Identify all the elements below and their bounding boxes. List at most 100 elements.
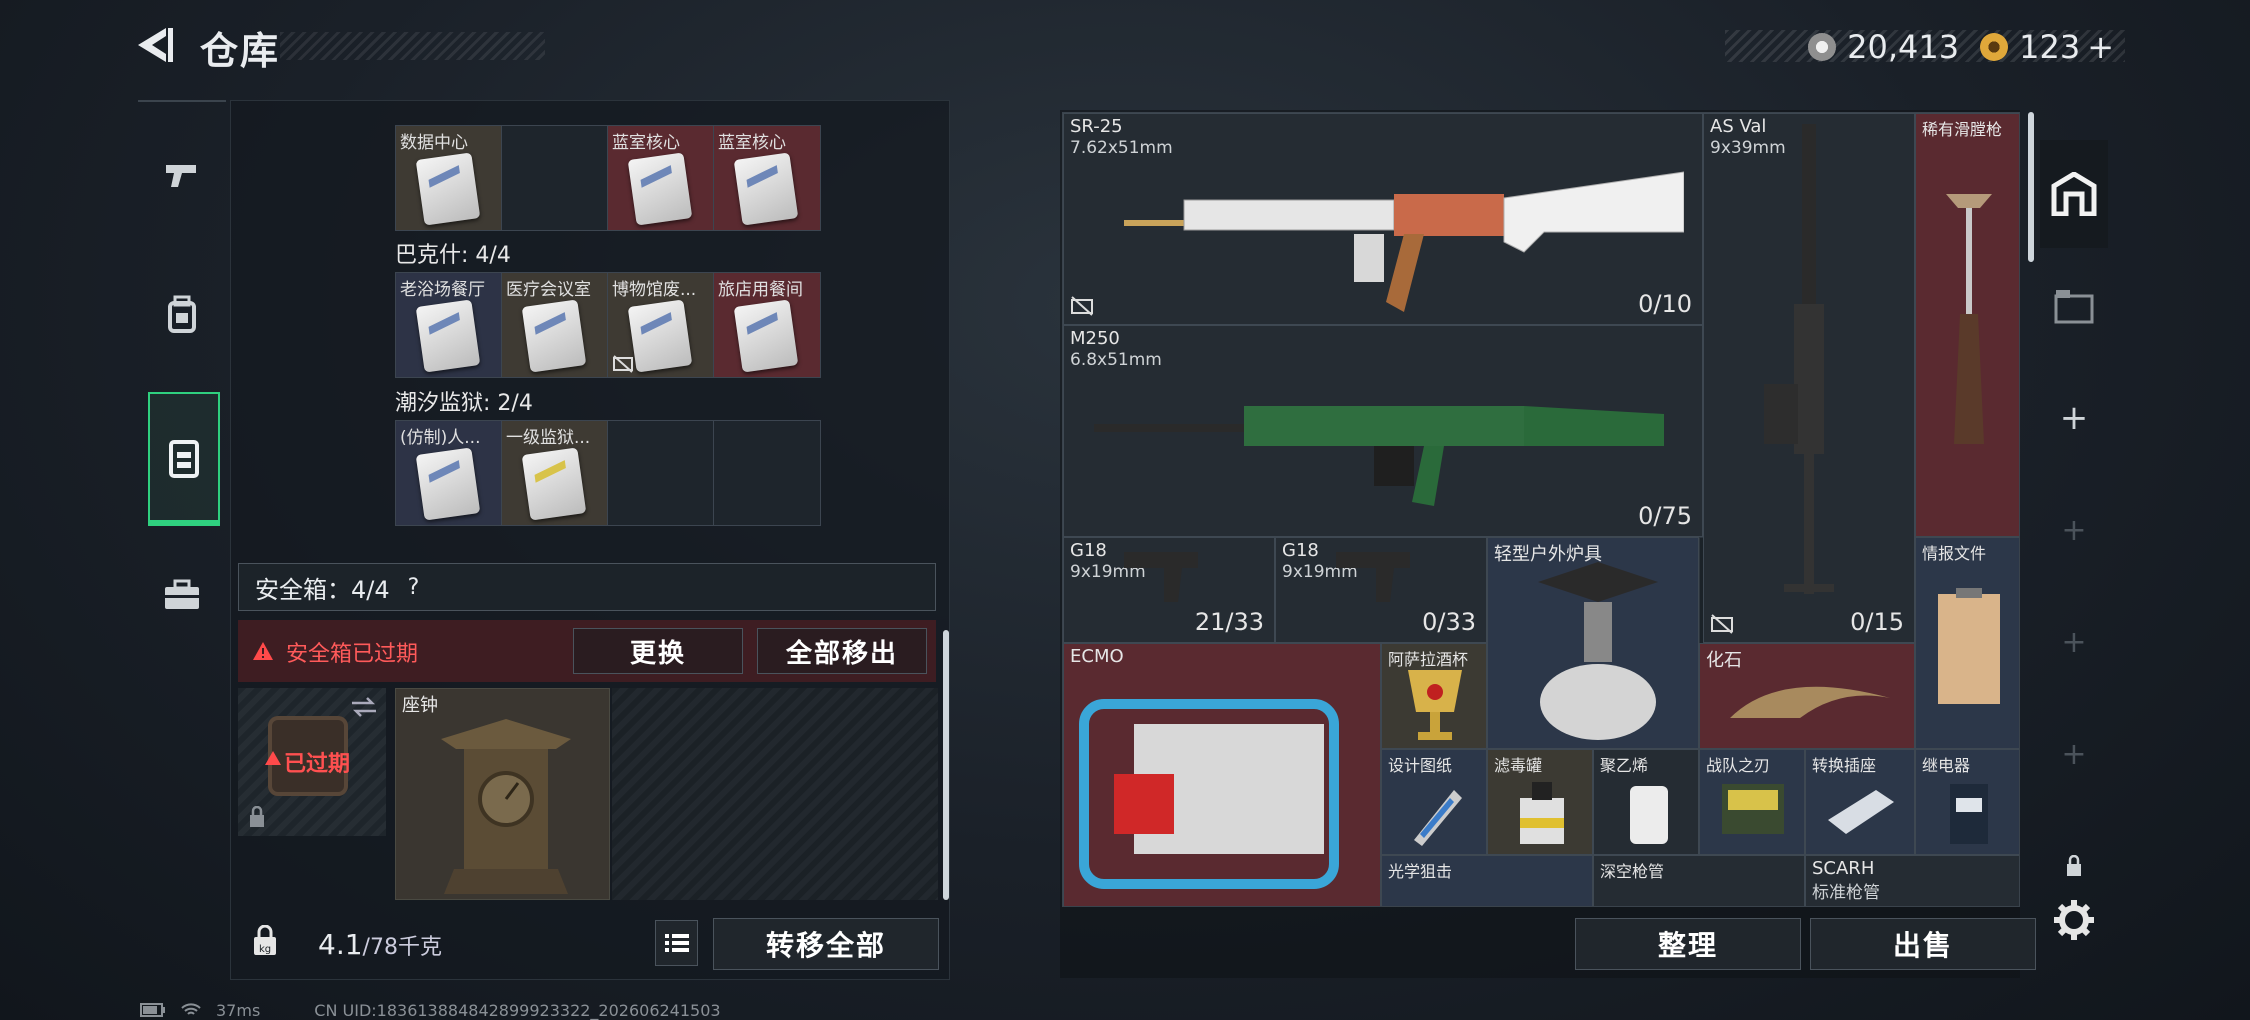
gold-amount: 123: [2019, 28, 2081, 66]
silver-coin-icon: [1808, 33, 1836, 61]
weight-icon-box: kg: [232, 908, 297, 974]
key-slot-row-0: 数据中心 蓝室核心 蓝室核心: [395, 125, 821, 231]
blueprint-icon: [1414, 790, 1462, 846]
key-slot[interactable]: (仿制)人...: [396, 421, 502, 525]
swap-icon: [352, 697, 376, 717]
item-sr25[interactable]: SR-25 7.62x51mm 0/10: [1063, 113, 1703, 325]
item-power-socket[interactable]: 转换插座: [1805, 749, 1915, 855]
keycard-icon: [627, 152, 693, 226]
expired-warning-text: 安全箱已过期: [286, 642, 419, 667]
item-fossil[interactable]: 化石: [1699, 643, 1915, 749]
musket-icon: [1946, 194, 1992, 444]
chest-rig-icon: [169, 440, 199, 478]
wifi-icon: [181, 1003, 201, 1015]
keycard-icon: [627, 299, 693, 373]
nav-backpack[interactable]: [148, 250, 216, 380]
item-g18-b[interactable]: G18 9x19mm 0/33: [1275, 537, 1487, 643]
gold-currency[interactable]: 123 +: [1980, 28, 2114, 66]
back-arrow-icon: [138, 28, 173, 62]
key-slot[interactable]: 旅店用餐间: [714, 273, 820, 377]
fossil-claw-icon: [1730, 686, 1890, 718]
stash-tabs: + + + +: [2040, 140, 2110, 940]
item-polyethylene[interactable]: 聚乙烯: [1593, 749, 1699, 855]
magazine-icon: [1722, 784, 1784, 834]
list-icon: [664, 934, 689, 952]
no-insure-icon: [1071, 296, 1093, 316]
item-rare-musket[interactable]: 稀有滑膛枪: [1915, 113, 2019, 537]
nav-chest-rig[interactable]: [148, 392, 220, 526]
key-slot[interactable]: 老浴场餐厅: [396, 273, 502, 377]
ping-text: 37ms: [216, 1000, 261, 1020]
settings-button[interactable]: [2052, 898, 2096, 942]
safebox-item-clock[interactable]: 座钟: [395, 688, 610, 900]
item-filter-canister[interactable]: 滤毒罐: [1487, 749, 1593, 855]
key-slot[interactable]: 一级监狱...: [502, 421, 608, 525]
key-slot-row-1: 老浴场餐厅 医疗会议室 博物馆废... 旅店用餐间: [395, 272, 821, 378]
case-icon: [165, 579, 199, 609]
back-button[interactable]: [130, 22, 180, 72]
key-slot-empty[interactable]: [502, 126, 608, 230]
machine-gun-m250-icon: [1094, 406, 1664, 506]
group-label-tidal-prison: 潮汐监狱: 2/4: [395, 391, 533, 416]
svg-text:kg: kg: [259, 944, 271, 955]
item-g18-a[interactable]: G18 9x19mm 21/33: [1063, 537, 1275, 643]
keycard-icon: [733, 152, 799, 226]
weight-unit: /78千克: [362, 935, 442, 960]
item-asara-cup[interactable]: 阿萨拉酒杯: [1381, 643, 1487, 749]
item-as-val[interactable]: AS Val 9x39mm 0/15: [1703, 113, 1915, 643]
safebox-slot[interactable]: 已过期: [238, 688, 386, 836]
move-all-out-button[interactable]: 全部移出: [757, 628, 927, 674]
stash-scrollbar[interactable]: [2028, 112, 2034, 262]
sort-button[interactable]: 整理: [1575, 918, 1801, 970]
item-relay[interactable]: 继电器: [1915, 749, 2019, 855]
item-m250[interactable]: M250 6.8x51mm 0/75: [1063, 325, 1703, 537]
scrollbar[interactable]: [943, 630, 949, 900]
key-slot[interactable]: 蓝室核心: [714, 126, 820, 230]
item-deep-space-barrel[interactable]: 深空枪管: [1593, 855, 1805, 906]
key-slot[interactable]: 医疗会议室: [502, 273, 608, 377]
stash-grid: SR-25 7.62x51mm 0/10 AS Val 9x39mm 0/15 …: [1062, 112, 2020, 907]
key-slot-empty[interactable]: [608, 421, 714, 525]
item-scarh-barrel[interactable]: SCARH 标准枪管: [1805, 855, 2019, 906]
safebox-help-button[interactable]: ?: [408, 575, 420, 600]
item-optical-sniper[interactable]: 光学狙击: [1381, 855, 1593, 906]
backpack-icon: [168, 295, 196, 333]
list-view-button[interactable]: [655, 920, 698, 966]
key-slot[interactable]: 蓝室核心: [608, 126, 714, 230]
item-ecmo[interactable]: ECMO: [1063, 643, 1381, 906]
expired-label: 已过期: [284, 752, 351, 777]
item-team-blade[interactable]: 战队之刃: [1699, 749, 1805, 855]
warning-icon: [253, 642, 273, 660]
keycard-icon: [521, 447, 587, 521]
key-slot[interactable]: 数据中心: [396, 126, 502, 230]
canister-icon: [1520, 782, 1564, 844]
uid-text: CN UID:183613884842899923322_20260624150…: [314, 1000, 721, 1020]
stash-tab-main[interactable]: [2040, 140, 2108, 248]
sell-button[interactable]: 出售: [1810, 918, 2036, 970]
replace-button[interactable]: 更换: [573, 628, 743, 674]
nav-case[interactable]: [148, 530, 216, 660]
warehouse-icon: [2051, 172, 2097, 216]
keycard-icon: [415, 299, 481, 373]
add-stash-tab-button-disabled[interactable]: +: [2040, 588, 2108, 696]
transfer-all-button[interactable]: 转移全部: [713, 918, 939, 970]
item-design-blueprint[interactable]: 设计图纸: [1381, 749, 1487, 855]
add-stash-tab-button-disabled[interactable]: +: [2040, 476, 2108, 584]
keycard-icon: [521, 299, 587, 373]
keycard-icon: [415, 152, 481, 226]
pistol-icon: [166, 165, 196, 187]
key-slot-empty[interactable]: [714, 421, 820, 525]
item-intel-document[interactable]: 情报文件: [1915, 537, 2019, 749]
title-decor: [280, 32, 545, 60]
add-currency-button[interactable]: +: [2087, 28, 2114, 66]
item-camping-stove[interactable]: 轻型户外炉具: [1487, 537, 1699, 749]
key-slot[interactable]: 博物馆废...: [608, 273, 714, 377]
nav-weapons[interactable]: [148, 110, 216, 240]
no-insure-icon: [613, 355, 633, 373]
rifle-sr25-icon: [1124, 171, 1684, 312]
add-stash-tab-button-disabled[interactable]: +: [2040, 700, 2108, 808]
stash-tab-2[interactable]: [2040, 252, 2108, 360]
silver-amount: 20,413: [1847, 28, 1960, 66]
category-nav: [138, 100, 226, 620]
add-stash-tab-button[interactable]: +: [2040, 364, 2108, 472]
